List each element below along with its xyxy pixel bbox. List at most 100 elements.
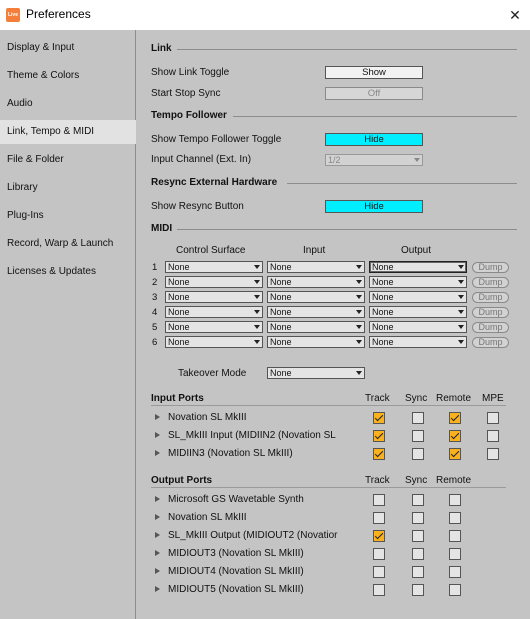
remote-checkbox[interactable]	[449, 548, 461, 560]
midi-output-select[interactable]: None	[369, 261, 467, 273]
track-checkbox[interactable]	[373, 412, 385, 424]
dump-button[interactable]: Dump	[472, 337, 509, 348]
remote-checkbox[interactable]	[449, 584, 461, 596]
sync-checkbox[interactable]	[412, 430, 424, 442]
dump-button[interactable]: Dump	[472, 277, 509, 288]
chevron-down-icon	[356, 325, 362, 329]
midi-input-select[interactable]: None	[267, 306, 365, 318]
select-value: None	[372, 322, 394, 332]
select-value: None	[270, 262, 292, 272]
track-checkbox[interactable]	[373, 448, 385, 460]
sidebar-item-plug-ins[interactable]: Plug-Ins	[0, 204, 136, 228]
expand-triangle-icon[interactable]	[155, 532, 160, 538]
midi-output-select[interactable]: None	[369, 276, 467, 288]
mpe-checkbox[interactable]	[487, 448, 499, 460]
tempo-follower-toggle-label: Show Tempo Follower Toggle	[151, 134, 282, 145]
remote-checkbox[interactable]	[449, 512, 461, 524]
chevron-down-icon	[356, 340, 362, 344]
sidebar-item-licenses-updates[interactable]: Licenses & Updates	[0, 260, 136, 284]
midi-output-select[interactable]: None	[369, 306, 467, 318]
remote-checkbox[interactable]	[449, 448, 461, 460]
track-checkbox[interactable]	[373, 566, 385, 578]
tempo-follower-heading: Tempo Follower	[151, 110, 227, 121]
chevron-down-icon	[458, 265, 464, 269]
sidebar-item-link-tempo-midi[interactable]: Link, Tempo & MIDI	[0, 120, 136, 144]
dump-button[interactable]: Dump	[472, 307, 509, 318]
expand-triangle-icon[interactable]	[155, 450, 160, 456]
midi-row-number: 4	[152, 307, 158, 318]
midi-output-select[interactable]: None	[369, 321, 467, 333]
chevron-down-icon	[356, 371, 362, 375]
control-surface-select[interactable]: None	[165, 321, 263, 333]
expand-triangle-icon[interactable]	[155, 550, 160, 556]
expand-triangle-icon[interactable]	[155, 514, 160, 520]
sync-checkbox[interactable]	[412, 512, 424, 524]
input-port-name: MIDIIN3 (Novation SL MkIII)	[168, 448, 293, 459]
midi-input-select[interactable]: None	[267, 276, 365, 288]
track-checkbox[interactable]	[373, 512, 385, 524]
sidebar-item-display-input[interactable]: Display & Input	[0, 36, 136, 60]
midi-heading: MIDI	[151, 223, 173, 234]
remote-checkbox[interactable]	[449, 494, 461, 506]
tempo-follower-toggle-button[interactable]: Hide	[325, 133, 423, 146]
track-checkbox[interactable]	[373, 584, 385, 596]
expand-triangle-icon[interactable]	[155, 568, 160, 574]
sidebar-item-audio[interactable]: Audio	[0, 92, 136, 116]
track-checkbox[interactable]	[373, 548, 385, 560]
sync-checkbox[interactable]	[412, 494, 424, 506]
control-surface-select[interactable]: None	[165, 291, 263, 303]
control-surface-select[interactable]: None	[165, 336, 263, 348]
output-port-name: MIDIOUT3 (Novation SL MkIII)	[168, 548, 304, 559]
control-surface-select[interactable]: None	[165, 276, 263, 288]
midi-output-select[interactable]: None	[369, 336, 467, 348]
midi-input-select[interactable]: None	[267, 261, 365, 273]
midi-output-select[interactable]: None	[369, 291, 467, 303]
remote-checkbox[interactable]	[449, 430, 461, 442]
track-checkbox[interactable]	[373, 494, 385, 506]
input-channel-select[interactable]: 1/2	[325, 154, 423, 166]
midi-input-select[interactable]: None	[267, 336, 365, 348]
close-button[interactable]: ✕	[500, 0, 530, 30]
expand-triangle-icon[interactable]	[155, 414, 160, 420]
dump-button[interactable]: Dump	[472, 262, 509, 273]
sync-checkbox[interactable]	[412, 584, 424, 596]
track-checkbox[interactable]	[373, 430, 385, 442]
input-port-row: SL_MkIII Input (MIDIIN2 (Novation SL	[151, 427, 506, 445]
control-surface-select[interactable]: None	[165, 261, 263, 273]
sync-checkbox[interactable]	[412, 548, 424, 560]
sync-checkbox[interactable]	[412, 566, 424, 578]
chevron-down-icon	[458, 280, 464, 284]
input-ports-heading: Input Ports	[151, 393, 204, 404]
sidebar-item-record-warp-launch[interactable]: Record, Warp & Launch	[0, 232, 136, 256]
midi-input-select[interactable]: None	[267, 321, 365, 333]
expand-triangle-icon[interactable]	[155, 586, 160, 592]
sidebar-item-file-folder[interactable]: File & Folder	[0, 148, 136, 172]
show-link-toggle-button[interactable]: Show	[325, 66, 423, 79]
expand-triangle-icon[interactable]	[155, 432, 160, 438]
sync-checkbox[interactable]	[412, 412, 424, 424]
dump-button[interactable]: Dump	[472, 322, 509, 333]
output-port-name: Microsoft GS Wavetable Synth	[168, 494, 304, 505]
dump-button[interactable]: Dump	[472, 292, 509, 303]
input-port-row: Novation SL MkIII	[151, 409, 506, 427]
show-link-toggle-label: Show Link Toggle	[151, 67, 230, 78]
mpe-checkbox[interactable]	[487, 412, 499, 424]
track-column-header: Track	[365, 393, 390, 404]
midi-input-select[interactable]: None	[267, 291, 365, 303]
sidebar-item-theme-colors[interactable]: Theme & Colors	[0, 64, 136, 88]
show-resync-button[interactable]: Hide	[325, 200, 423, 213]
sidebar-item-library[interactable]: Library	[0, 176, 136, 200]
sync-checkbox[interactable]	[412, 448, 424, 460]
remote-checkbox[interactable]	[449, 412, 461, 424]
track-checkbox[interactable]	[373, 530, 385, 542]
chevron-down-icon	[254, 340, 260, 344]
start-stop-sync-button[interactable]: Off	[325, 87, 423, 100]
remote-checkbox[interactable]	[449, 530, 461, 542]
expand-triangle-icon[interactable]	[155, 496, 160, 502]
control-surface-select[interactable]: None	[165, 306, 263, 318]
remote-checkbox[interactable]	[449, 566, 461, 578]
select-value: None	[372, 292, 394, 302]
sync-checkbox[interactable]	[412, 530, 424, 542]
mpe-checkbox[interactable]	[487, 430, 499, 442]
takeover-mode-select[interactable]: None	[267, 367, 365, 379]
